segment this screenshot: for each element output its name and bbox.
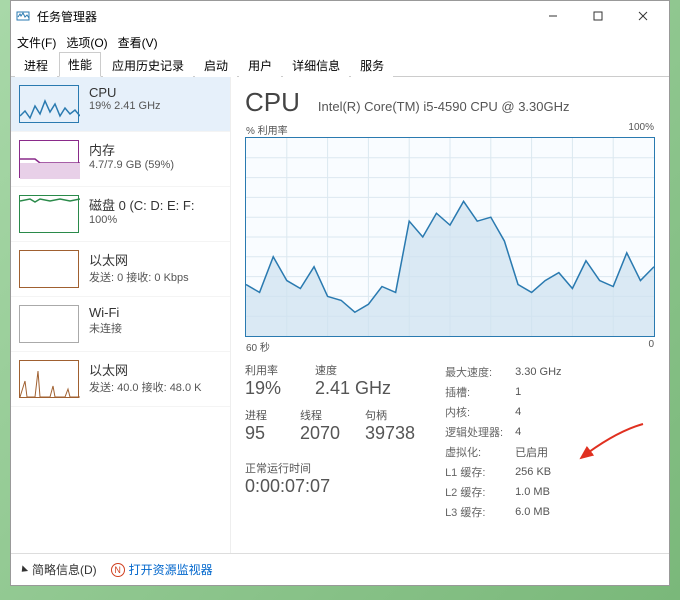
ethernet2-thumb-icon <box>19 360 79 398</box>
disk-thumb-icon <box>19 195 79 233</box>
sidebar-sub: 发送: 40.0 接收: 48.0 K <box>89 379 222 395</box>
maximize-button[interactable] <box>575 2 620 30</box>
chart-ymax: 100% <box>628 122 654 137</box>
sidebar-label: 磁盘 0 (C: D: E: F: <box>89 195 222 214</box>
memory-thumb-icon <box>19 140 79 178</box>
stat-val: 4 <box>515 422 571 442</box>
close-button[interactable] <box>620 2 665 30</box>
sidebar-item-ethernet[interactable]: 以太网发送: 0 接收: 0 Kbps <box>11 242 230 297</box>
cpu-usage-chart[interactable] <box>245 137 655 337</box>
menu-view[interactable]: 查看(V) <box>118 34 158 51</box>
sidebar-label: Wi-Fi <box>89 305 222 320</box>
stat-val: 1.0 MB <box>515 482 571 502</box>
sidebar-label: 内存 <box>89 140 222 159</box>
stat-key: L2 缓存: <box>445 482 515 502</box>
stats-right: 最大速度:3.30 GHz插槽:1内核:4逻辑处理器:4虚拟化:已启用L1 缓存… <box>445 362 655 522</box>
stat-label: 速度 <box>315 362 337 378</box>
tab-startup[interactable]: 启动 <box>195 53 237 77</box>
performance-sidebar: CPU19% 2.41 GHz 内存4.7/7.9 GB (59%) 磁盘 0 … <box>11 77 231 553</box>
stat-val: 256 KB <box>515 462 571 482</box>
stat-key: L1 缓存: <box>445 462 515 482</box>
stat-key: 内核: <box>445 402 515 422</box>
resmon-icon: N <box>111 563 125 577</box>
tab-app-history[interactable]: 应用历史记录 <box>103 53 193 77</box>
menu-file[interactable]: 文件(F) <box>17 34 56 51</box>
stat-val: 3.30 GHz <box>515 362 571 382</box>
app-icon <box>15 8 31 24</box>
stat-val: 4 <box>515 402 571 422</box>
sidebar-label: CPU <box>89 85 222 100</box>
stat-value-handles: 39738 <box>365 423 415 444</box>
tabbar: 进程 性能 应用历史记录 启动 用户 详细信息 服务 <box>11 53 669 77</box>
tab-performance[interactable]: 性能 <box>59 52 101 77</box>
cpu-thumb-icon <box>19 85 79 123</box>
open-resmon-button[interactable]: N打开资源监视器 <box>111 561 213 578</box>
stat-key: L3 缓存: <box>445 502 515 522</box>
stat-label: 进程 <box>245 407 280 423</box>
stat-key: 逻辑处理器: <box>445 422 515 442</box>
stat-val: 已启用 <box>515 442 571 462</box>
stat-value-utilization: 19% <box>245 378 295 399</box>
chart-xmax: 60 秒 <box>246 339 270 354</box>
sidebar-sub: 发送: 0 接收: 0 Kbps <box>89 269 222 285</box>
stat-key: 虚拟化: <box>445 442 515 462</box>
wifi-thumb-icon <box>19 305 79 343</box>
stat-value-speed: 2.41 GHz <box>315 378 391 399</box>
cpu-model: Intel(R) Core(TM) i5-4590 CPU @ 3.30GHz <box>318 99 570 114</box>
stat-label: 线程 <box>300 407 345 423</box>
tab-processes[interactable]: 进程 <box>15 53 57 77</box>
stat-label: 利用率 <box>245 362 295 378</box>
stat-value-threads: 2070 <box>300 423 345 444</box>
stat-key: 最大速度: <box>445 362 515 382</box>
stat-key: 插槽: <box>445 382 515 402</box>
stats-left: 利用率 速度 19% 2.41 GHz 进程 线程 句柄 <box>245 362 415 522</box>
menubar: 文件(F) 选项(O) 查看(V) <box>11 31 669 53</box>
sidebar-item-disk[interactable]: 磁盘 0 (C: D: E: F:100% <box>11 187 230 242</box>
tab-users[interactable]: 用户 <box>239 53 281 77</box>
sidebar-sub: 未连接 <box>89 320 222 336</box>
task-manager-window: 任务管理器 文件(F) 选项(O) 查看(V) 进程 性能 应用历史记录 启动 … <box>10 0 670 586</box>
sidebar-sub: 100% <box>89 214 222 226</box>
sidebar-item-ethernet2[interactable]: 以太网发送: 40.0 接收: 48.0 K <box>11 352 230 407</box>
titlebar[interactable]: 任务管理器 <box>11 1 669 31</box>
chart-ylabel: % 利用率 <box>246 122 288 137</box>
sidebar-sub: 4.7/7.9 GB (59%) <box>89 159 222 171</box>
minimize-button[interactable] <box>530 2 575 30</box>
sidebar-sub: 19% 2.41 GHz <box>89 100 222 112</box>
sidebar-item-wifi[interactable]: Wi-Fi未连接 <box>11 297 230 352</box>
menu-options[interactable]: 选项(O) <box>66 34 107 51</box>
uptime-label: 正常运行时间 <box>245 460 415 476</box>
stat-val: 1 <box>515 382 571 402</box>
chevron-icon <box>19 565 28 574</box>
annotation-arrow-icon <box>575 422 645 462</box>
tab-details[interactable]: 详细信息 <box>283 53 349 77</box>
ethernet-thumb-icon <box>19 250 79 288</box>
fewer-details-button[interactable]: 简略信息(D) <box>21 561 97 578</box>
tab-services[interactable]: 服务 <box>351 53 393 77</box>
page-title: CPU <box>245 87 300 118</box>
window-title: 任务管理器 <box>37 8 530 25</box>
stat-label: 句柄 <box>365 407 387 423</box>
sidebar-label: 以太网 <box>89 360 222 379</box>
stat-val: 6.0 MB <box>515 502 571 522</box>
sidebar-item-cpu[interactable]: CPU19% 2.41 GHz <box>11 77 230 132</box>
footer: 简略信息(D) N打开资源监视器 <box>11 553 669 585</box>
stat-value-processes: 95 <box>245 423 280 444</box>
content-area: CPU19% 2.41 GHz 内存4.7/7.9 GB (59%) 磁盘 0 … <box>11 77 669 553</box>
sidebar-label: 以太网 <box>89 250 222 269</box>
sidebar-item-memory[interactable]: 内存4.7/7.9 GB (59%) <box>11 132 230 187</box>
uptime-value: 0:00:07:07 <box>245 476 415 497</box>
main-panel: CPU Intel(R) Core(TM) i5-4590 CPU @ 3.30… <box>231 77 669 553</box>
chart-xmin: 0 <box>648 339 654 354</box>
